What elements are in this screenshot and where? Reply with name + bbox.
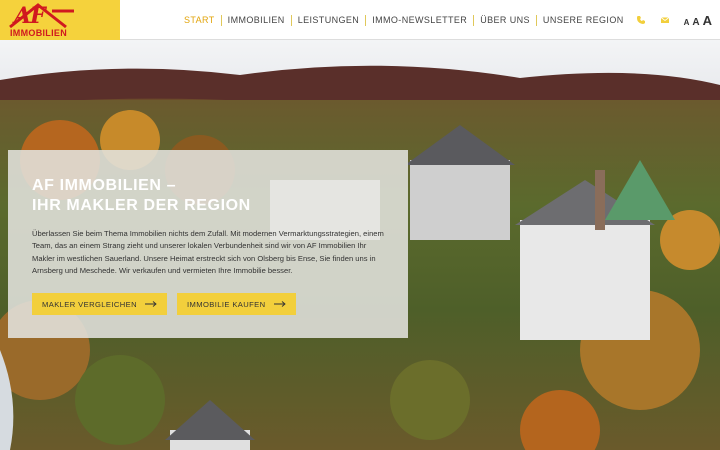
phone-icon[interactable] [636, 15, 646, 25]
nav-immo-newsletter[interactable]: IMMO-NEWSLETTER [365, 14, 473, 26]
hero-buttons: MAKLER VERGLEICHEN IMMOBILIE KAUFEN [32, 293, 296, 315]
logo[interactable]: AF IMMOBILIEN [0, 0, 120, 40]
arrow-right-icon [144, 301, 157, 307]
hero-title-line1: AF IMMOBILIEN – [32, 177, 177, 194]
hero-text: Überlassen Sie beim Thema Immobilien nic… [32, 229, 384, 276]
logo-mark: AF [14, 2, 46, 29]
main-nav: START IMMOBILIEN LEISTUNGEN IMMO-NEWSLET… [180, 0, 630, 40]
hero-title-line2: IHR MAKLER DER REGION [32, 197, 251, 214]
logo-subtitle: IMMOBILIEN [10, 27, 67, 38]
mail-icon[interactable] [660, 15, 670, 25]
nav-unsere-region[interactable]: UNSERE REGION [535, 14, 630, 26]
header-tools: A A A [636, 0, 712, 40]
nav-leistungen[interactable]: LEISTUNGEN [290, 14, 366, 26]
font-size-small[interactable]: A [684, 18, 690, 27]
font-size-switcher: A A A [684, 13, 712, 28]
makler-vergleichen-button[interactable]: MAKLER VERGLEICHEN [32, 293, 167, 315]
nav-ueber-uns[interactable]: ÜBER UNS [473, 14, 536, 26]
hero-image: AF IMMOBILIEN – IHR MAKLER DER REGION Üb… [0, 40, 720, 450]
arrow-right-icon [273, 301, 286, 307]
immobilie-kaufen-label: IMMOBILIE KAUFEN [186, 299, 266, 309]
hero-title: AF IMMOBILIEN – IHR MAKLER DER REGION [32, 176, 384, 216]
font-size-medium[interactable]: A [692, 17, 699, 28]
site-header: AF IMMOBILIEN START IMMOBILIEN LEISTUNGE… [0, 0, 720, 40]
nav-start[interactable]: START [180, 15, 221, 26]
immobilie-kaufen-button[interactable]: IMMOBILIE KAUFEN [176, 293, 296, 315]
nav-immobilien[interactable]: IMMOBILIEN [220, 14, 291, 26]
makler-vergleichen-label: MAKLER VERGLEICHEN [42, 299, 137, 309]
hero-card: AF IMMOBILIEN – IHR MAKLER DER REGION Üb… [8, 150, 408, 338]
font-size-large[interactable]: A [703, 13, 712, 28]
